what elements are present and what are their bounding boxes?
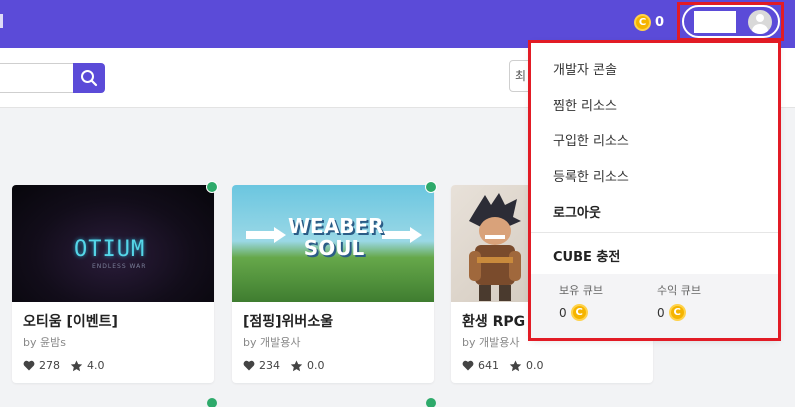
card-title: 환생 RPG — [462, 314, 526, 330]
thumbnail-arrow — [382, 227, 422, 243]
rating-value: 0.0 — [307, 359, 325, 372]
thumbnail-logo: OTIUM — [74, 237, 146, 262]
thumbnail-logo: WEABER SOUL — [288, 214, 384, 260]
heart-icon — [462, 360, 474, 371]
like-count: 278 — [39, 359, 60, 372]
card-title: [점핑]위버소울 — [243, 314, 334, 330]
search-button[interactable] — [73, 63, 105, 93]
highlight-box-dropdown — [528, 40, 781, 341]
rating-value: 0.0 — [526, 359, 544, 372]
card-thumbnail: WEABER SOUL — [232, 185, 434, 302]
character-illustration — [469, 193, 521, 301]
nav-edge-mark — [0, 14, 3, 28]
card-stats: 641 0.0 — [462, 359, 544, 372]
card-author: by 개발용사 — [243, 336, 301, 349]
card-author: by 개발용사 — [462, 336, 520, 349]
online-status-dot — [206, 181, 218, 193]
card-title: 오티움 [이벤트] — [23, 314, 118, 330]
thumbnail-subtitle: ENDLESS WAR — [92, 263, 147, 270]
online-status-dot — [207, 398, 217, 407]
star-icon — [70, 360, 83, 371]
card-thumbnail: OTIUM ENDLESS WAR — [12, 185, 214, 302]
highlight-box-user-menu — [677, 2, 784, 41]
like-count: 641 — [478, 359, 499, 372]
resource-card[interactable]: WEABER SOUL [점핑]위버소울 by 개발용사 234 0.0 — [232, 185, 434, 383]
card-stats: 234 0.0 — [243, 359, 325, 372]
online-status-dot — [425, 181, 437, 193]
coin-icon: C — [634, 13, 651, 31]
star-icon — [290, 360, 303, 371]
card-stats: 278 4.0 — [23, 359, 105, 372]
thumbnail-arrow — [246, 227, 286, 243]
card-author: by 윤밤s — [23, 336, 66, 349]
coin-balance[interactable]: C 0 — [634, 12, 664, 32]
search-input[interactable] — [0, 63, 74, 93]
like-count: 234 — [259, 359, 280, 372]
star-icon — [509, 360, 522, 371]
online-status-dot — [426, 398, 436, 407]
resource-card[interactable]: OTIUM ENDLESS WAR 오티움 [이벤트] by 윤밤s 278 4… — [12, 185, 214, 383]
search-icon — [81, 70, 98, 87]
rating-value: 4.0 — [87, 359, 105, 372]
heart-icon — [243, 360, 255, 371]
heart-icon — [23, 360, 35, 371]
coin-count: 0 — [655, 14, 665, 30]
